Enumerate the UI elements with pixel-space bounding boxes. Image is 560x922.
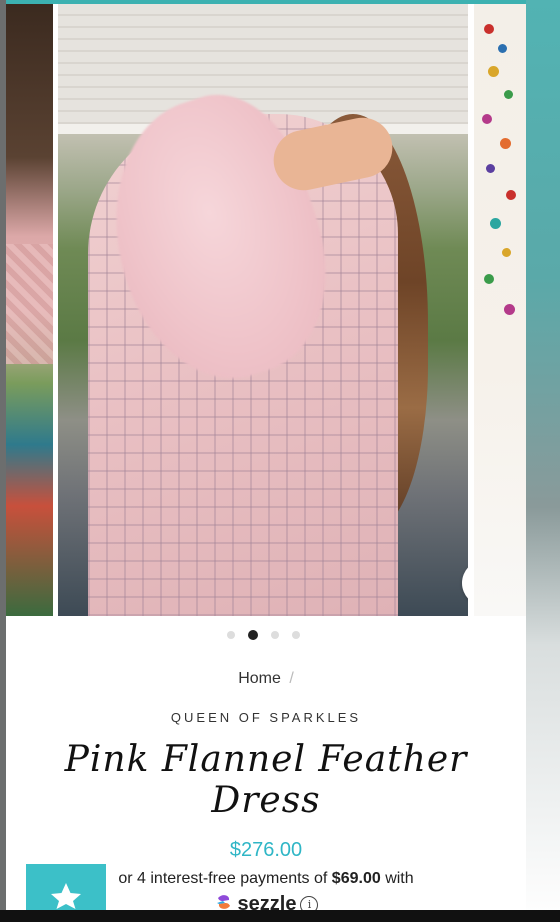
jewel-decoration — [504, 90, 513, 99]
jewel-decoration — [488, 66, 499, 77]
bottom-system-bar — [0, 910, 560, 922]
jewel-decoration — [504, 304, 515, 315]
breadcrumb-separator: / — [289, 670, 294, 687]
favorite-button[interactable] — [26, 864, 106, 914]
carousel-dot[interactable] — [270, 631, 279, 639]
product-price: $276.00 — [229, 839, 303, 861]
jewel-decoration — [490, 218, 501, 229]
carousel-dot-active[interactable] — [247, 630, 258, 640]
zoom-button[interactable] — [462, 560, 468, 606]
jewel-decoration — [482, 114, 492, 124]
breadcrumb: Home / — [6, 670, 526, 688]
jewel-decoration — [484, 24, 494, 34]
carousel-dot[interactable] — [226, 631, 235, 639]
installment-prefix: or 4 interest-free payments of — [118, 870, 328, 887]
carousel-slide-next[interactable] — [474, 4, 526, 616]
breadcrumb-home-link[interactable]: Home — [238, 670, 281, 687]
jewel-decoration — [500, 138, 511, 149]
product-title: Pink Flannel Feather Dress — [64, 739, 468, 821]
jewel-decoration — [486, 164, 495, 173]
jewel-decoration — [484, 274, 494, 284]
jewel-decoration — [502, 248, 511, 257]
image-ceiling — [58, 4, 468, 124]
jewel-decoration — [506, 190, 516, 200]
installment-amount: $69.00 — [331, 870, 381, 887]
product-image-carousel[interactable] — [6, 4, 526, 616]
carousel-dot[interactable] — [291, 631, 300, 639]
page-frame-right — [526, 0, 560, 922]
carousel-pagination — [0, 630, 526, 640]
jewel-decoration — [498, 44, 507, 53]
carousel-slide-previous[interactable] — [6, 4, 53, 616]
carousel-slide-current[interactable] — [58, 4, 468, 616]
star-icon — [46, 879, 86, 914]
installment-suffix: with — [385, 870, 414, 887]
product-vendor[interactable]: QUEEN OF SPARKLES — [6, 710, 526, 725]
